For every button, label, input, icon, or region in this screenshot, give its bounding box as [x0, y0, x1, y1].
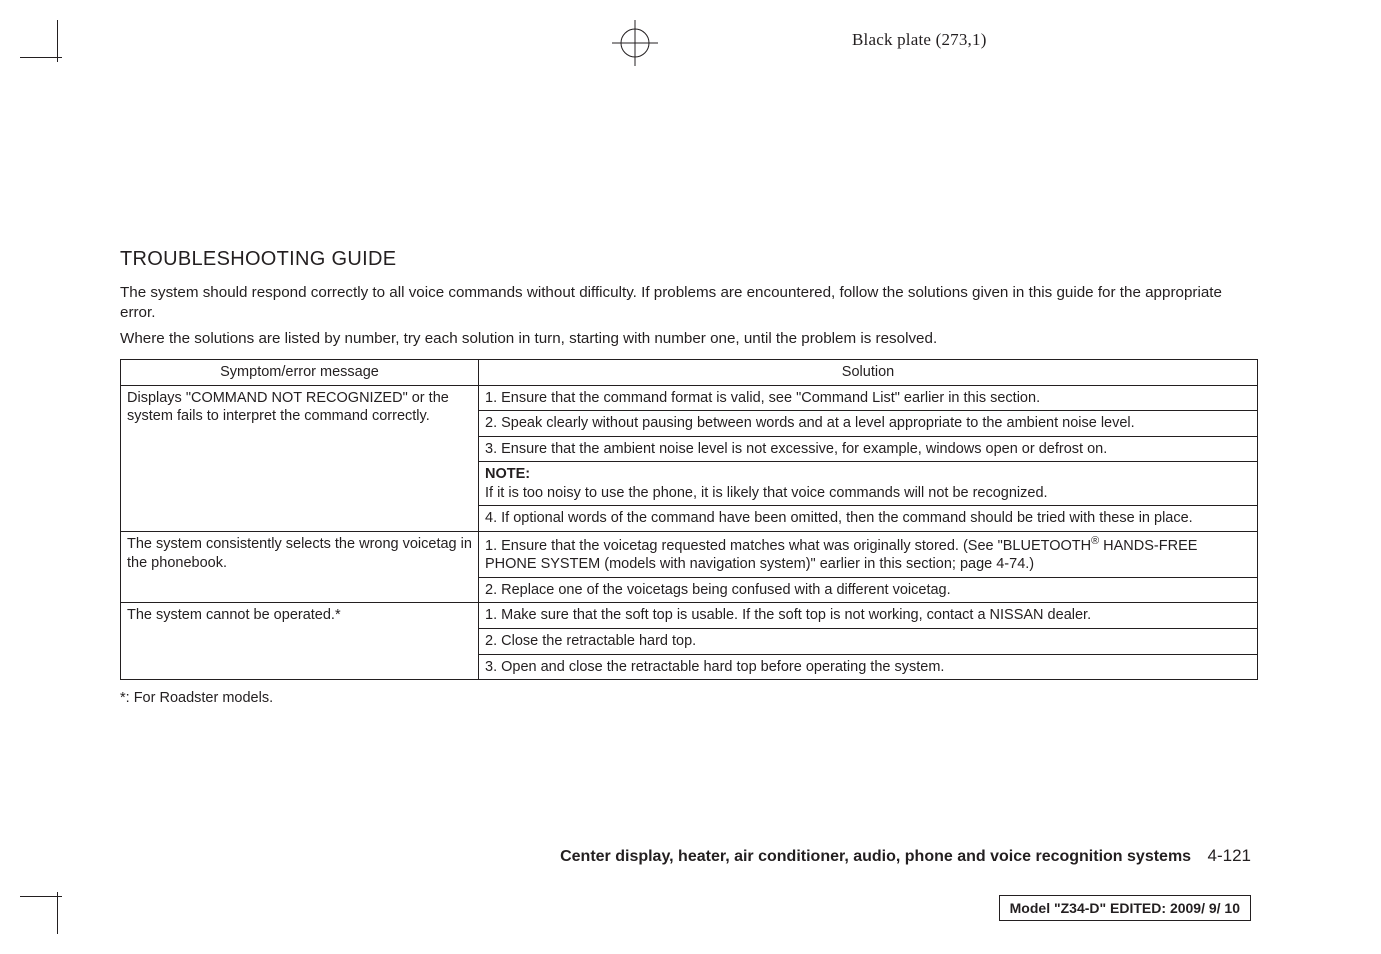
- table-row: The system cannot be operated.* 1. Make …: [121, 603, 1258, 629]
- crop-mark: [57, 892, 58, 934]
- registration-mark-icon: [612, 20, 658, 66]
- section-heading: TROUBLESHOOTING GUIDE: [120, 248, 1258, 271]
- edited-label: EDITED:: [1106, 900, 1170, 916]
- solution-cell-note: NOTE: If it is too noisy to use the phon…: [479, 462, 1258, 506]
- table-row: Displays "COMMAND NOT RECOGNIZED" or the…: [121, 385, 1258, 411]
- page-number: 4-121: [1208, 846, 1251, 865]
- crop-mark: [57, 20, 58, 62]
- page: Black plate (273,1) TROUBLESHOOTING GUID…: [0, 0, 1381, 954]
- intro-paragraph: Where the solutions are listed by number…: [120, 329, 1258, 349]
- registered-mark-icon: ®: [1091, 535, 1099, 547]
- troubleshooting-table: Symptom/error message Solution Displays …: [120, 359, 1258, 680]
- content-area: TROUBLESHOOTING GUIDE The system should …: [120, 248, 1258, 721]
- section-title: Center display, heater, air conditioner,…: [560, 848, 1191, 865]
- table-header-row: Symptom/error message Solution: [121, 360, 1258, 386]
- solution-cell: 2. Replace one of the voicetags being co…: [479, 577, 1258, 603]
- model-value: "Z34-D": [1054, 900, 1106, 916]
- edited-value: 2009/ 9/ 10: [1170, 900, 1240, 916]
- solution-cell: 3. Ensure that the ambient noise level i…: [479, 436, 1258, 462]
- footnote: *: For Roadster models.: [120, 690, 1258, 706]
- solution-cell: 3. Open and close the retractable hard t…: [479, 654, 1258, 680]
- solution-cell: 1. Make sure that the soft top is usable…: [479, 603, 1258, 629]
- model-info-box: Model "Z34-D" EDITED: 2009/ 9/ 10: [999, 895, 1251, 921]
- crop-mark: [20, 896, 62, 897]
- plate-label: Black plate (273,1): [852, 30, 987, 50]
- section-footer: Center display, heater, air conditioner,…: [560, 846, 1251, 866]
- solution-text-pre: 1. Ensure that the voicetag requested ma…: [485, 538, 1091, 554]
- solution-cell: 2. Close the retractable hard top.: [479, 629, 1258, 655]
- model-label: Model: [1010, 900, 1054, 916]
- col-header-solution: Solution: [479, 360, 1258, 386]
- col-header-symptom: Symptom/error message: [121, 360, 479, 386]
- solution-cell: 2. Speak clearly without pausing between…: [479, 411, 1258, 437]
- solution-cell: 4. If optional words of the command have…: [479, 506, 1258, 532]
- table-row: The system consistently selects the wron…: [121, 532, 1258, 578]
- symptom-cell: The system consistently selects the wron…: [121, 532, 479, 603]
- solution-cell: 1. Ensure that the command format is val…: [479, 385, 1258, 411]
- note-body: If it is too noisy to use the phone, it …: [485, 485, 1048, 501]
- crop-mark: [20, 57, 62, 58]
- symptom-cell: Displays "COMMAND NOT RECOGNIZED" or the…: [121, 385, 479, 531]
- symptom-cell: The system cannot be operated.*: [121, 603, 479, 680]
- solution-cell: 1. Ensure that the voicetag requested ma…: [479, 532, 1258, 578]
- note-label: NOTE:: [485, 466, 530, 482]
- intro-paragraph: The system should respond correctly to a…: [120, 283, 1258, 323]
